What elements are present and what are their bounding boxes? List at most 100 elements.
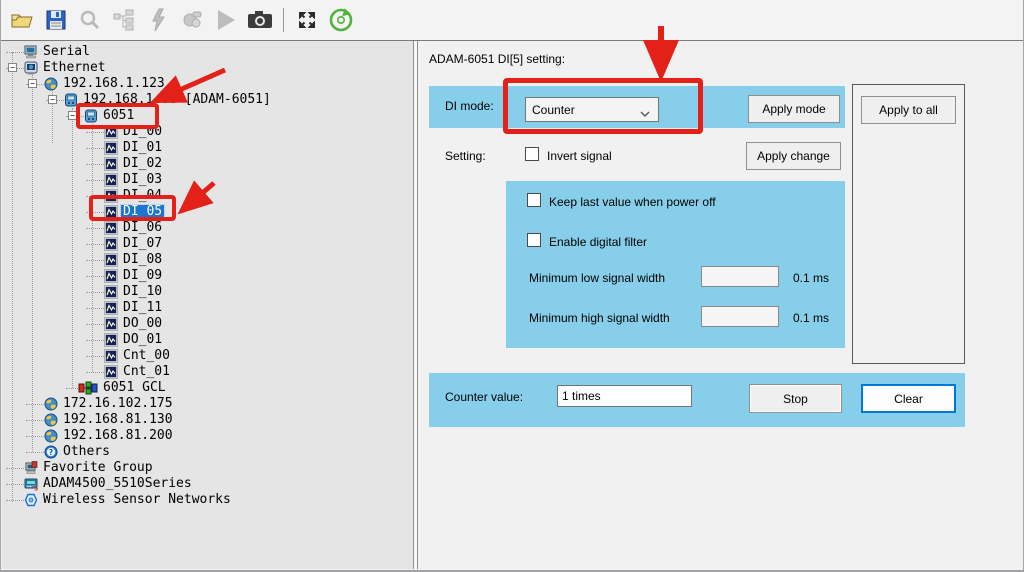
tree-item-serial[interactable]: Serial [2, 44, 413, 60]
question-icon: ? [44, 445, 58, 459]
tree-item-label: DI_03 [121, 173, 164, 187]
tree-item-do-01[interactable]: DO_01 [2, 332, 413, 348]
tree-item-label: Cnt_00 [121, 349, 172, 363]
camera-icon[interactable] [245, 5, 275, 35]
tree-item-cnt-01[interactable]: Cnt_01 [2, 364, 413, 380]
tree-connector-stub [86, 340, 104, 341]
tree-item-label: DI_08 [121, 253, 164, 267]
tree-item-di-01[interactable]: DI_01 [2, 140, 413, 156]
tree-item-192-168-81-130[interactable]: 192.168.81.130 [2, 412, 413, 428]
tree-item-di-07[interactable]: DI_07 [2, 236, 413, 252]
chevron-down-icon [640, 107, 650, 121]
tree-item-6051[interactable]: −6051 [2, 108, 413, 124]
channel-icon [104, 349, 118, 363]
tree-item-di-10[interactable]: DI_10 [2, 284, 413, 300]
tree-expander-minus[interactable]: − [28, 79, 37, 88]
globe-icon [44, 429, 58, 443]
play-icon[interactable] [211, 5, 241, 35]
tree-item-di-06[interactable]: DI_06 [2, 220, 413, 236]
tree-item-wireless-sensor-networks[interactable]: Wireless Sensor Networks [2, 492, 413, 508]
tree-item-192-168-81-200[interactable]: 192.168.81.200 [2, 428, 413, 444]
tree-item-cnt-00[interactable]: Cnt_00 [2, 348, 413, 364]
tree-item-di-11[interactable]: DI_11 [2, 300, 413, 316]
min-low-width-input[interactable] [701, 266, 779, 287]
di-mode-dropdown[interactable]: Counter [525, 97, 659, 122]
apply-change-button[interactable]: Apply change [746, 142, 841, 170]
tree-item-label: DO_01 [121, 333, 164, 347]
tree-item-di-04[interactable]: DI_04 [2, 188, 413, 204]
channel-icon [104, 253, 118, 267]
tree-item-favorite-group[interactable]: Favorite Group [2, 460, 413, 476]
tree-item-label: DI_04 [121, 189, 164, 203]
invert-signal-checkbox[interactable] [525, 147, 539, 161]
tree-connector-stub [26, 436, 44, 437]
tree-connector-stub [6, 500, 24, 501]
tools-icon[interactable] [177, 5, 207, 35]
tree-item-di-09[interactable]: DI_09 [2, 268, 413, 284]
tree-connector-stub [6, 52, 24, 53]
tree-item-do-00[interactable]: DO_00 [2, 316, 413, 332]
tree-item-label: 192.168.81.130 [61, 413, 175, 427]
tree-item-di-02[interactable]: DI_02 [2, 156, 413, 172]
tree-connector-stub [86, 212, 104, 213]
tree-item-192-168-1-123[interactable]: − 192.168.1.123 [2, 76, 413, 92]
channel-icon [104, 269, 118, 283]
tree-item-adam4500-5510series[interactable]: 5ADAM4500_5510Series [2, 476, 413, 492]
tree-connector-stub [86, 132, 104, 133]
di-mode-dropdown-value: Counter [532, 103, 575, 117]
tree-connector-stub [86, 356, 104, 357]
fullscreen-icon[interactable] [292, 5, 322, 35]
tree-expander-minus[interactable]: − [68, 111, 77, 120]
channel-icon [104, 141, 118, 155]
tree-item-label: DI_05 [121, 205, 164, 219]
tree-connector-stub [86, 148, 104, 149]
min-low-width-unit: 0.1 ms [793, 271, 829, 285]
channel-icon [104, 301, 118, 315]
globe-icon [44, 413, 58, 427]
tree-item-di-05[interactable]: DI_05 [2, 204, 413, 220]
search-icon[interactable] [75, 5, 105, 35]
save-icon[interactable] [41, 5, 71, 35]
adam4500-icon: 5 [24, 477, 38, 491]
stop-button[interactable]: Stop [749, 384, 842, 413]
tree-expander-minus[interactable]: − [8, 63, 17, 72]
di-mode-label: DI mode: [445, 99, 494, 113]
tree-item-di-00[interactable]: DI_00 [2, 124, 413, 140]
tree-connector-stub [86, 228, 104, 229]
channel-icon [104, 221, 118, 235]
lightning-icon[interactable] [143, 5, 173, 35]
tree-connector-stub [86, 324, 104, 325]
counter-value-input[interactable] [557, 385, 692, 407]
tree-item-di-03[interactable]: DI_03 [2, 172, 413, 188]
tree-connector-stub [26, 404, 44, 405]
open-folder-icon[interactable] [7, 5, 37, 35]
tree-item-172-16-102-175[interactable]: 172.16.102.175 [2, 396, 413, 412]
refresh-icon[interactable] [326, 5, 356, 35]
tree-item-6051-gcl[interactable]: 6051 GCL [2, 380, 413, 396]
tree-item-192-168-1-88-adam-6051[interactable]: −192.168.1.88-[ADAM-6051] [2, 92, 413, 108]
tree-item-di-08[interactable]: DI_08 [2, 252, 413, 268]
setting-label: Setting: [445, 149, 486, 163]
tree-connector-stub [86, 292, 104, 293]
tree-item-label: 192.168.1.123 [61, 77, 167, 91]
tree-connector-stub [26, 452, 44, 453]
svg-text:?: ? [49, 448, 54, 457]
apply-mode-button[interactable]: Apply mode [748, 95, 840, 123]
clear-button[interactable]: Clear [861, 384, 956, 413]
tree-item-label: 192.168.81.200 [61, 429, 175, 443]
min-high-width-input[interactable] [701, 306, 779, 327]
tree-item-label: Cnt_01 [121, 365, 172, 379]
globe-icon [44, 397, 58, 411]
tree-item-others[interactable]: ?Others [2, 444, 413, 460]
toolbar [1, 0, 1024, 41]
tree-connector-stub [86, 164, 104, 165]
tree-expander-minus[interactable]: − [48, 95, 57, 104]
apply-to-all-button[interactable]: Apply to all [861, 96, 956, 124]
tree-view-icon[interactable] [109, 5, 139, 35]
enable-digital-filter-checkbox[interactable] [527, 233, 541, 247]
tree-item-label: 172.16.102.175 [61, 397, 175, 411]
keep-last-value-checkbox[interactable] [527, 193, 541, 207]
tree-connector-stub [6, 484, 24, 485]
enable-digital-filter-label: Enable digital filter [549, 235, 647, 249]
tree-item-ethernet[interactable]: −Ethernet [2, 60, 413, 76]
